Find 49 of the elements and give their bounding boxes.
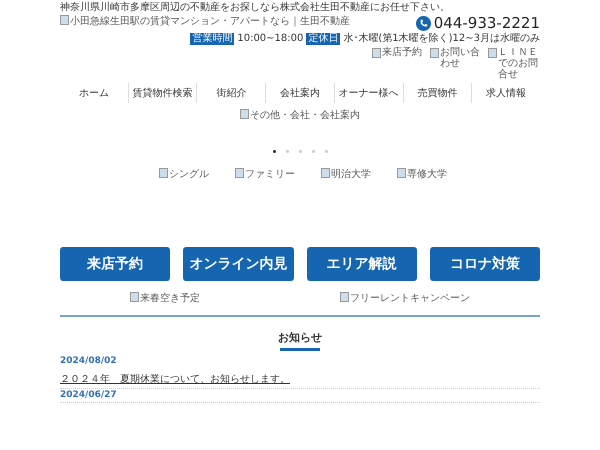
tagline: 神奈川県川崎市多摩区周辺の不動産をお探しなら株式会社生田不動産にお任せ下さい。 <box>60 2 451 14</box>
slider-dot[interactable] <box>298 150 302 153</box>
broken-image-icon <box>60 15 69 25</box>
broken-image-icon <box>397 168 406 178</box>
hours-text: 10:00~18:00 <box>237 33 304 45</box>
category-image-alt[interactable]: シングル <box>159 167 209 181</box>
broken-image-icon <box>321 168 330 178</box>
hero-image-alt: その他・会社・会社案内 <box>240 108 360 122</box>
header-link-image-alt[interactable]: 来店予約 <box>372 47 424 80</box>
nav-link[interactable]: ホーム <box>60 83 128 103</box>
header-link-image-alt[interactable]: ＬＩＮＥでのお問合せ <box>488 47 540 80</box>
feature-button[interactable]: コロナ対策 <box>430 247 540 281</box>
broken-image-icon <box>430 48 439 58</box>
broken-image-icon <box>340 292 349 302</box>
slider-dot[interactable] <box>312 150 314 153</box>
news-heading: お知らせ <box>278 330 322 345</box>
category-image-alt[interactable]: ファミリー <box>235 167 295 181</box>
holiday-label: 定休日 <box>306 33 340 45</box>
feature-button[interactable]: オンライン内見 <box>183 247 294 281</box>
news-date: 2024/08/02 <box>60 355 118 367</box>
slider-dot[interactable] <box>272 150 276 153</box>
feature-button[interactable]: 来店予約 <box>60 247 170 281</box>
header-link-image-alt[interactable]: お問い合わせ <box>430 47 482 80</box>
feature-button[interactable]: エリア解説 <box>306 247 417 281</box>
broken-image-icon <box>235 168 244 178</box>
phone-number[interactable]: 044-933-2221 <box>434 14 540 32</box>
slider-dot[interactable] <box>286 150 288 153</box>
nav-link[interactable]: 求人情報 <box>471 83 540 103</box>
hours-label: 営業時間 <box>190 33 234 45</box>
holiday-text: 水･木曜(第1木曜を除く)12~3月は水曜のみ <box>343 33 540 45</box>
banner-image-alt[interactable]: フリーレントキャンペーン <box>340 291 470 305</box>
nav-link[interactable]: 街紹介 <box>196 83 266 103</box>
news-link[interactable]: ２０２４年 夏期休業について、お知らせします。 <box>60 373 290 387</box>
broken-image-icon <box>159 168 168 178</box>
nav-link[interactable]: 売買物件 <box>402 83 472 103</box>
slider-dot[interactable] <box>324 150 328 153</box>
nav-link[interactable]: オーナー様へ <box>334 83 403 103</box>
news-date: 2024/06/27 <box>60 389 118 401</box>
broken-image-icon <box>240 109 249 119</box>
category-image-alt[interactable]: 専修大学 <box>397 167 447 181</box>
banner-image-alt[interactable]: 来春空き予定 <box>130 291 200 305</box>
logo-image-alt[interactable]: 小田急線生田駅の賃貸マンション・アパートなら｜生田不動産 <box>60 14 350 32</box>
broken-image-icon <box>372 48 381 58</box>
nav-link[interactable]: 会社案内 <box>265 83 334 103</box>
nav-link[interactable]: 賃貸物件検索 <box>128 83 196 103</box>
broken-image-icon <box>488 48 497 58</box>
category-image-alt[interactable]: 明治大学 <box>321 167 371 181</box>
broken-image-icon <box>130 292 139 302</box>
phone-icon <box>416 16 431 30</box>
